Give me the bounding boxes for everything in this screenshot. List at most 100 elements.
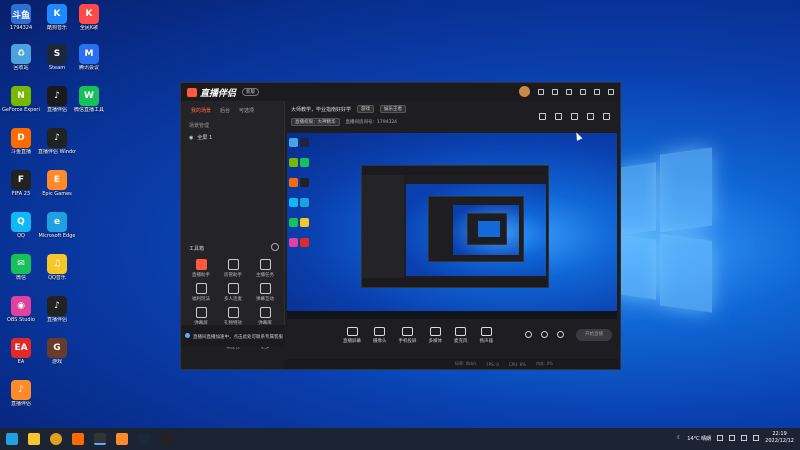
folder-icon[interactable] <box>116 433 128 445</box>
maximize-icon[interactable] <box>594 88 600 95</box>
desktop-icon[interactable]: e Microsoft Edge <box>38 212 76 239</box>
control-label: 多媒体 <box>428 338 443 344</box>
toolbox-title: 工具箱 <box>189 246 205 252</box>
clock-date: 2022/12/12 <box>765 438 794 444</box>
douyu-icon[interactable] <box>72 433 84 445</box>
status-metric: 码率: 0kb/s <box>455 361 477 366</box>
desktop-icon-label: 1794324 <box>9 25 33 31</box>
tool-item[interactable]: 弹幕库 <box>249 307 281 326</box>
windows-logo-wallpaper <box>618 147 718 313</box>
tool-item[interactable]: 多人连麦 <box>217 283 249 302</box>
volume-icon[interactable] <box>741 435 748 441</box>
tool-label: 房管助手 <box>224 273 242 278</box>
gift-icon[interactable] <box>539 113 546 120</box>
desktop-icon-label: 酷狗音乐 <box>46 25 67 31</box>
tab-my-scenes[interactable]: 我的场景 <box>191 107 211 114</box>
desktop-icon[interactable]: EA EA <box>2 338 40 365</box>
version-badge[interactable]: 新版 <box>242 88 260 96</box>
camera-small-icon[interactable] <box>525 331 532 338</box>
control-button[interactable]: 直播屏幕 <box>343 326 361 344</box>
control-button[interactable]: 摄像头 <box>373 326 387 344</box>
toolbox-more-icon[interactable] <box>271 243 279 251</box>
desktop-icon[interactable]: ♫ QQ音乐 <box>38 254 76 281</box>
clock[interactable]: 22:19 2022/12/12 <box>765 431 794 445</box>
skin-icon[interactable] <box>552 88 558 95</box>
preview-desktop-icons <box>289 135 319 255</box>
tool-icon <box>195 259 207 270</box>
message-icon[interactable] <box>538 88 544 95</box>
livestream-app-icon[interactable] <box>94 433 106 445</box>
app-icon: ♪ <box>11 380 31 400</box>
desktop-icon[interactable]: W 微信直播工具 <box>70 86 108 113</box>
settings-icon[interactable] <box>566 88 572 95</box>
control-button[interactable]: 手机投屏 <box>399 326 417 344</box>
desktop-icon[interactable]: ♻ 回收站 <box>2 44 40 71</box>
lock-icon[interactable] <box>555 113 562 120</box>
notice-bar[interactable]: 直播间直播加速中，点击此处可联系专属客服 <box>181 325 285 347</box>
desktop-icon[interactable]: Q QQ <box>2 212 40 239</box>
desktop-icon[interactable]: M 腾讯会议 <box>70 44 108 71</box>
share-icon[interactable] <box>603 113 610 120</box>
control-button[interactable]: 多媒体 <box>428 326 443 344</box>
network-icon[interactable] <box>729 435 736 441</box>
tool-item[interactable]: 房管助手 <box>217 259 249 278</box>
file-explorer-icon[interactable] <box>28 433 40 445</box>
desktop-icon-area: 斗鱼 1794324 K 酷狗音乐 K 全民K歌 ♻ 回收站 S Steam M 腾讯会议 N GeFor… <box>0 0 104 420</box>
tool-label: 主播任务 <box>256 273 274 278</box>
desktop-icon[interactable]: G 游戏 <box>38 338 76 365</box>
control-button[interactable]: 扬声器 <box>479 326 494 344</box>
tool-item[interactable]: 主播任务 <box>249 259 281 278</box>
windows-start-icon[interactable] <box>6 433 18 445</box>
room-subcategory-tag[interactable]: 娱乐王者 <box>380 105 407 113</box>
tool-item[interactable]: 弹幕屏 <box>185 307 217 326</box>
desktop-icon[interactable]: ♪ 直播伴侣 <box>38 296 76 323</box>
app-icon: K <box>47 4 67 24</box>
gear-icon[interactable] <box>557 331 564 338</box>
go-live-button[interactable]: 开始直播 <box>576 329 612 341</box>
tab-options[interactable]: 可选项 <box>239 107 254 114</box>
tool-item[interactable]: 福利玩法 <box>185 283 217 302</box>
bell-icon[interactable] <box>587 113 594 120</box>
app-titlebar: 直播伴侣 新版 <box>181 83 620 101</box>
desktop-icon[interactable]: F FIFA 23 <box>2 170 40 197</box>
refresh-icon[interactable] <box>541 331 548 338</box>
desktop-icon[interactable]: NGeForce Experience <box>2 86 40 113</box>
desktop-icon[interactable]: 斗鱼 1794324 <box>2 4 40 31</box>
minimize-icon[interactable] <box>580 88 586 95</box>
system-tray: ☾ 14°C 晴朗 22:19 2022/12/12 <box>677 431 794 445</box>
desktop-icon[interactable]: ♪直播伴侣 Windows版 <box>38 128 76 155</box>
control-label: 摄像头 <box>373 338 387 344</box>
tool-item[interactable]: 直播助手 <box>185 259 217 278</box>
tab-backstage[interactable]: 后台 <box>220 107 230 114</box>
weather-text[interactable]: 14°C 晴朗 <box>687 435 711 442</box>
desktop-icon[interactable]: E Epic Games <box>38 170 76 197</box>
preview-taskbar <box>287 311 617 319</box>
tool-item[interactable]: 弹幕互动 <box>249 283 281 302</box>
desktop-icon[interactable]: K 全民K歌 <box>70 4 108 31</box>
steam-icon[interactable] <box>138 433 150 445</box>
chrome-icon[interactable] <box>50 433 62 445</box>
input-method-icon[interactable] <box>753 435 760 441</box>
close-icon[interactable] <box>608 88 614 95</box>
desktop-icon[interactable]: ♪ 直播伴侣 <box>2 380 40 407</box>
copy-icon[interactable] <box>571 113 578 120</box>
app-icon: ♪ <box>47 86 67 106</box>
tray-expand-icon[interactable] <box>717 435 724 441</box>
stream-preview[interactable] <box>287 133 617 319</box>
scene-item[interactable]: ◉ 全屏 1 <box>181 131 284 144</box>
avatar[interactable] <box>519 86 530 97</box>
app-icon: K <box>79 4 99 24</box>
tool-item[interactable]: 礼物特效 <box>217 307 249 326</box>
desktop-icon[interactable]: ◉ OBS Studio <box>2 296 40 323</box>
desktop-icon[interactable]: D 斗鱼直播 <box>2 128 40 155</box>
eye-icon[interactable]: ◉ <box>189 135 193 141</box>
room-title[interactable]: 大师教学，毕业指南好好学 <box>291 106 351 113</box>
tool-label: 直播助手 <box>192 273 210 278</box>
room-category-tag[interactable]: 游戏 <box>357 105 375 113</box>
obs-icon[interactable] <box>160 433 172 445</box>
room-permission[interactable]: 直播权限：大神精华 <box>291 118 340 126</box>
control-label: 扬声器 <box>479 338 494 344</box>
desktop-icon[interactable]: ✉ 微信 <box>2 254 40 281</box>
control-label: 麦克风 <box>454 338 468 344</box>
control-button[interactable]: 麦克风 <box>454 326 468 344</box>
